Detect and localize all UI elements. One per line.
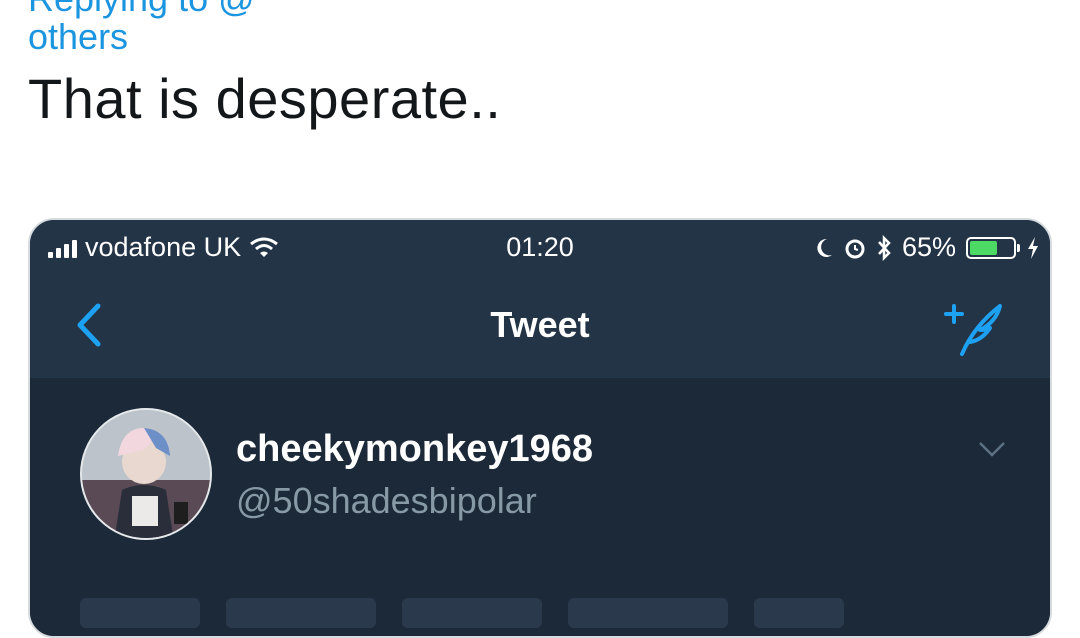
author-display-name[interactable]: cheekymonkey1968	[236, 428, 593, 471]
author-avatar[interactable]	[80, 408, 212, 540]
chevron-down-icon[interactable]	[974, 438, 1010, 460]
alarm-icon	[845, 239, 865, 258]
phone-status-bar: vodafone UK 01:20 65%	[30, 220, 1050, 278]
battery-fill	[970, 240, 998, 255]
charging-bolt-icon	[1028, 236, 1038, 259]
replying-to-others-link[interactable]: others	[28, 16, 128, 58]
battery-percent: 65%	[901, 232, 956, 262]
moon-icon	[817, 238, 832, 257]
status-right: 65%	[814, 232, 1040, 263]
tweet-detail-content: cheekymonkey1968 @50shadesbipolar	[30, 378, 1050, 636]
tweet-nav-bar: Tweet	[30, 278, 1050, 378]
compose-tweet-icon[interactable]	[940, 296, 1010, 360]
tweet-image-screenshot[interactable]: vodafone UK 01:20 65% Tweet cheekymonkey…	[28, 218, 1052, 638]
tweet-text: That is desperate..	[28, 67, 502, 130]
bluetooth-icon	[878, 234, 891, 261]
tweet-body-text-cutoff	[80, 598, 844, 628]
battery-icon	[966, 236, 1020, 259]
avatar-image	[82, 410, 210, 538]
nav-title: Tweet	[490, 304, 590, 345]
author-handle[interactable]: @50shadesbipolar	[236, 480, 537, 522]
